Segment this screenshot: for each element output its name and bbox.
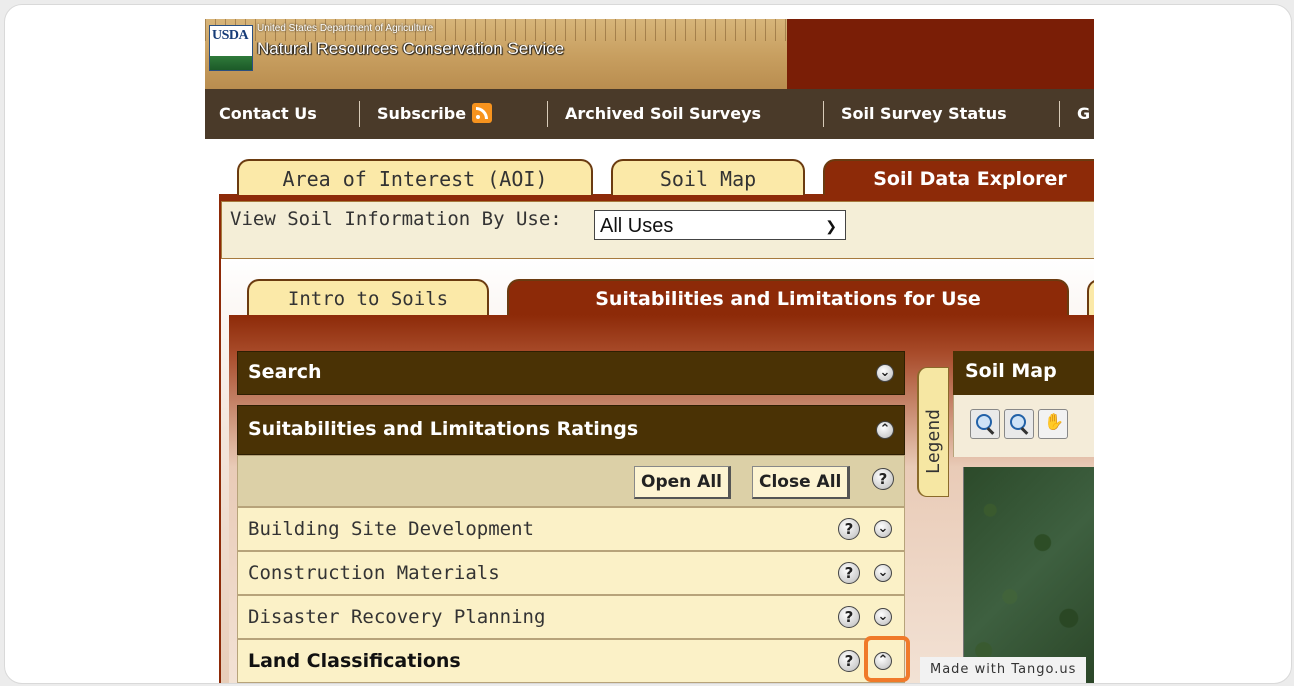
ratings-section-title: Suitabilities and Limitations Ratings [248, 418, 639, 440]
list-item-label: Building Site Development [248, 518, 534, 540]
list-item-label: Construction Materials [248, 562, 500, 584]
soil-map-header: Soil Map [953, 351, 1094, 395]
view-by-use-bar: View Soil Information By Use: All Uses ❯ [221, 201, 1094, 259]
search-section-header[interactable]: Search ⌄ [237, 351, 905, 395]
tab-soil-map[interactable]: Soil Map [611, 159, 805, 195]
top-nav: Contact Us Subscribe Archived Soil Surve… [205, 89, 1094, 139]
usda-logo-text: USDA [212, 28, 249, 43]
subtab-truncated[interactable] [1087, 279, 1094, 315]
rss-icon [472, 102, 493, 123]
browser-viewport: USDA United States Department of Agricul… [205, 19, 1094, 683]
list-item-land-classifications[interactable]: Land Classifications ? ⌃ [237, 639, 905, 683]
ratings-section-header[interactable]: Suitabilities and Limitations Ratings ⌃ [237, 405, 905, 455]
nav-item-truncated[interactable]: G [1077, 89, 1090, 139]
nav-subscribe[interactable]: Subscribe [377, 89, 493, 139]
help-icon[interactable]: ? [838, 562, 860, 584]
pan-hand-icon[interactable] [1038, 409, 1068, 439]
zoom-in-icon[interactable] [970, 409, 1000, 439]
list-item-label: Land Classifications [248, 650, 461, 672]
usda-logo-field [210, 56, 252, 70]
expand-icon[interactable]: ⌄ [874, 564, 892, 582]
use-select-value: All Uses [600, 215, 674, 237]
usda-logo[interactable]: USDA [209, 25, 253, 71]
open-all-button[interactable]: Open All [634, 466, 731, 499]
tab-area-of-interest[interactable]: Area of Interest (AOI) [237, 159, 593, 195]
nav-soil-survey-status[interactable]: Soil Survey Status [841, 89, 1007, 139]
agency-name: Natural Resources Conservation Service [257, 39, 565, 58]
nav-subscribe-label: Subscribe [377, 104, 467, 123]
zoom-out-icon[interactable] [1004, 409, 1034, 439]
legend-tab[interactable]: Legend [917, 367, 949, 497]
click-highlight [864, 636, 910, 682]
chevron-down-icon: ❯ [825, 218, 837, 234]
legend-label: Legend [923, 408, 944, 474]
nav-separator [547, 101, 548, 127]
collapse-icon[interactable]: ⌃ [876, 421, 894, 439]
help-icon[interactable]: ? [838, 606, 860, 628]
nav-contact-us[interactable]: Contact Us [219, 89, 317, 139]
list-item-building-site-development[interactable]: Building Site Development ? ⌄ [237, 507, 905, 551]
use-select[interactable]: All Uses ❯ [594, 210, 846, 240]
screenshot-frame: USDA United States Department of Agricul… [4, 4, 1292, 684]
subtab-intro-to-soils[interactable]: Intro to Soils [247, 279, 489, 315]
nav-separator [359, 101, 360, 127]
tango-watermark: Made with Tango.us [920, 657, 1087, 683]
list-item-disaster-recovery-planning[interactable]: Disaster Recovery Planning ? ⌄ [237, 595, 905, 639]
soil-map-title: Soil Map [965, 360, 1057, 382]
nav-separator [1059, 101, 1060, 127]
open-close-row: Open All Close All ? [237, 455, 905, 507]
help-icon[interactable]: ? [838, 650, 860, 672]
expand-icon[interactable]: ⌄ [874, 608, 892, 626]
list-item-construction-materials[interactable]: Construction Materials ? ⌄ [237, 551, 905, 595]
search-section-title: Search [248, 361, 322, 383]
department-name: United States Department of Agriculture [257, 23, 434, 34]
banner-image: USDA United States Department of Agricul… [205, 19, 787, 89]
list-item-label: Disaster Recovery Planning [248, 606, 546, 628]
aerial-map-image[interactable] [963, 467, 1094, 683]
help-icon[interactable]: ? [872, 468, 894, 490]
expand-icon[interactable]: ⌄ [876, 364, 894, 382]
subtab-suitabilities-limitations[interactable]: Suitabilities and Limitations for Use [507, 279, 1069, 315]
tab-soil-data-explorer[interactable]: Soil Data Explorer [823, 159, 1094, 195]
site-banner: USDA United States Department of Agricul… [205, 19, 1094, 89]
help-icon[interactable]: ? [838, 518, 860, 540]
close-all-button[interactable]: Close All [752, 466, 851, 499]
expand-icon[interactable]: ⌄ [874, 520, 892, 538]
view-by-use-label: View Soil Information By Use: [230, 208, 562, 230]
nav-archived-soil-surveys[interactable]: Archived Soil Surveys [565, 89, 761, 139]
nav-separator [823, 101, 824, 127]
map-toolbar [953, 395, 1094, 457]
